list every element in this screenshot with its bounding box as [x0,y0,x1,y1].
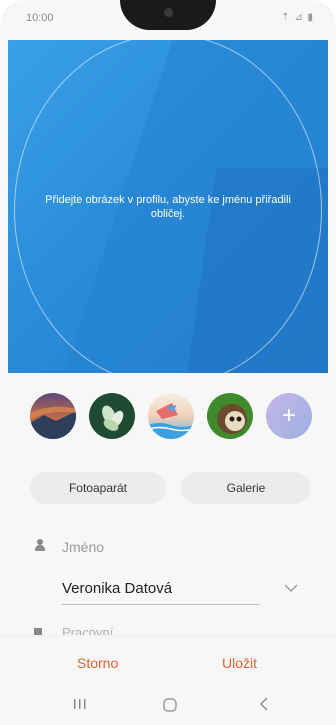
organization-icon [34,628,42,635]
cancel-button[interactable]: Storno [77,655,118,671]
next-field-label[interactable]: Pracovní [62,625,122,635]
add-avatar-button[interactable]: + [266,393,312,439]
avatar-option-beach[interactable] [148,393,194,439]
person-icon [35,539,45,551]
gallery-button[interactable]: Galerie [181,472,311,504]
beach-illustration-icon [148,403,194,439]
camera-button[interactable]: Fotoaparát [30,472,166,504]
back-icon[interactable] [258,697,270,711]
camera-notch [120,0,216,30]
name-field-label: Jméno [62,539,105,555]
sloth-icon [217,404,247,434]
name-input-underline [62,604,260,605]
front-camera-icon [164,8,173,17]
plant-icon [102,405,124,431]
home-icon[interactable] [162,697,178,713]
avatar-option-sunset[interactable] [30,393,76,439]
status-bar: 10:00 ⇡ ⊿ ▮ [0,0,336,40]
add-icon: + [281,402,296,429]
status-icons: ⇡ ⊿ ▮ [281,12,314,23]
action-bar: Storno Uložit [0,637,336,687]
avatar-picker: + [30,393,315,445]
chevron-down-icon[interactable] [284,584,298,592]
recent-apps-icon[interactable] [73,697,87,711]
avatar-option-sloth[interactable] [207,393,253,439]
contact-editor-screen: Přidejte obrázek v profilu, abyste ke jm… [0,0,336,725]
system-navigation-bar [0,687,336,725]
sunset-landscape-icon [30,406,76,439]
name-input[interactable]: Veronika Datová [62,580,172,597]
profile-photo-hint: Přidejte obrázek v profilu, abyste ke jm… [45,194,291,220]
profile-photo-area[interactable]: Přidejte obrázek v profilu, abyste ke jm… [8,18,328,373]
save-button[interactable]: Uložit [222,655,257,671]
status-time: 10:00 [26,12,54,24]
avatar-option-plant[interactable] [89,393,135,439]
